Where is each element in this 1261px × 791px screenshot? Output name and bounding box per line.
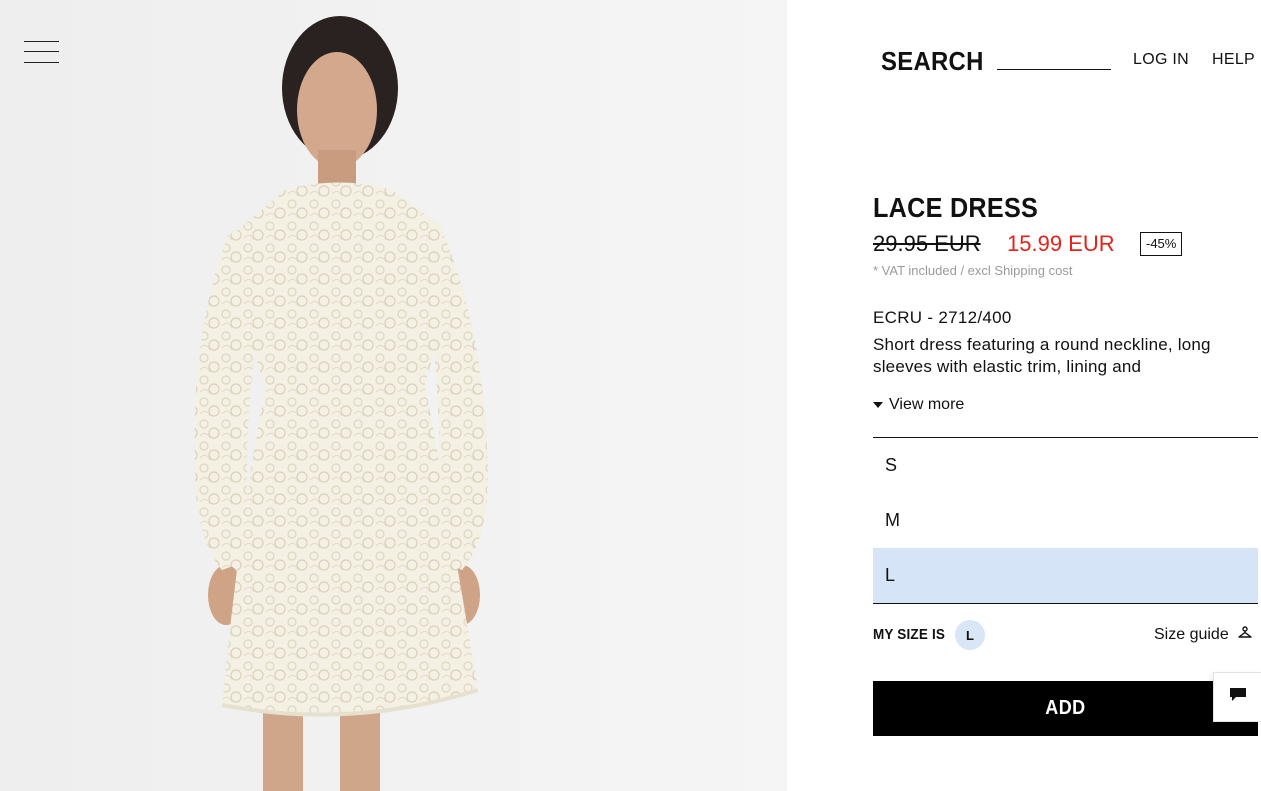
size-list: S M L <box>873 437 1258 604</box>
product-description: Short dress featuring a round neckline, … <box>873 335 1211 376</box>
product-image[interactable] <box>0 0 787 791</box>
size-guide-link[interactable]: Size guide <box>1154 626 1252 644</box>
my-size-badge[interactable]: L <box>955 620 985 650</box>
product-photo-illustration <box>0 0 787 791</box>
size-option-m[interactable]: M <box>873 493 1258 548</box>
view-more-label: View more <box>889 396 965 413</box>
view-more-toggle[interactable]: View more <box>873 396 964 414</box>
triangle-down-icon <box>873 402 883 408</box>
chat-button[interactable] <box>1213 672 1261 722</box>
chat-bubble-icon <box>1229 687 1247 708</box>
sale-price: 15.99 EUR <box>1007 231 1115 256</box>
discount-badge: -45% <box>1140 232 1183 256</box>
color-reference: ECRU - 2712/400 <box>873 308 1012 327</box>
product-title: LACE DRESS <box>873 192 1039 223</box>
help-link[interactable]: HELP <box>1212 51 1255 69</box>
size-guide-label: Size guide <box>1154 626 1229 643</box>
vat-note: * VAT included / excl Shipping cost <box>873 263 1073 278</box>
hamburger-menu-icon[interactable] <box>24 41 59 63</box>
my-size-label: MY SIZE IS <box>873 626 946 643</box>
add-button-label: ADD <box>1045 697 1086 719</box>
search-input-underline[interactable] <box>997 69 1111 70</box>
size-option-s[interactable]: S <box>873 438 1258 493</box>
login-link[interactable]: LOG IN <box>1133 51 1189 69</box>
size-option-l[interactable]: L <box>873 548 1258 603</box>
search-label[interactable]: SEARCH <box>881 46 984 77</box>
hanger-icon <box>1238 626 1252 644</box>
add-to-cart-button[interactable]: ADD <box>873 681 1258 736</box>
original-price: 29.95 EUR <box>873 231 981 256</box>
